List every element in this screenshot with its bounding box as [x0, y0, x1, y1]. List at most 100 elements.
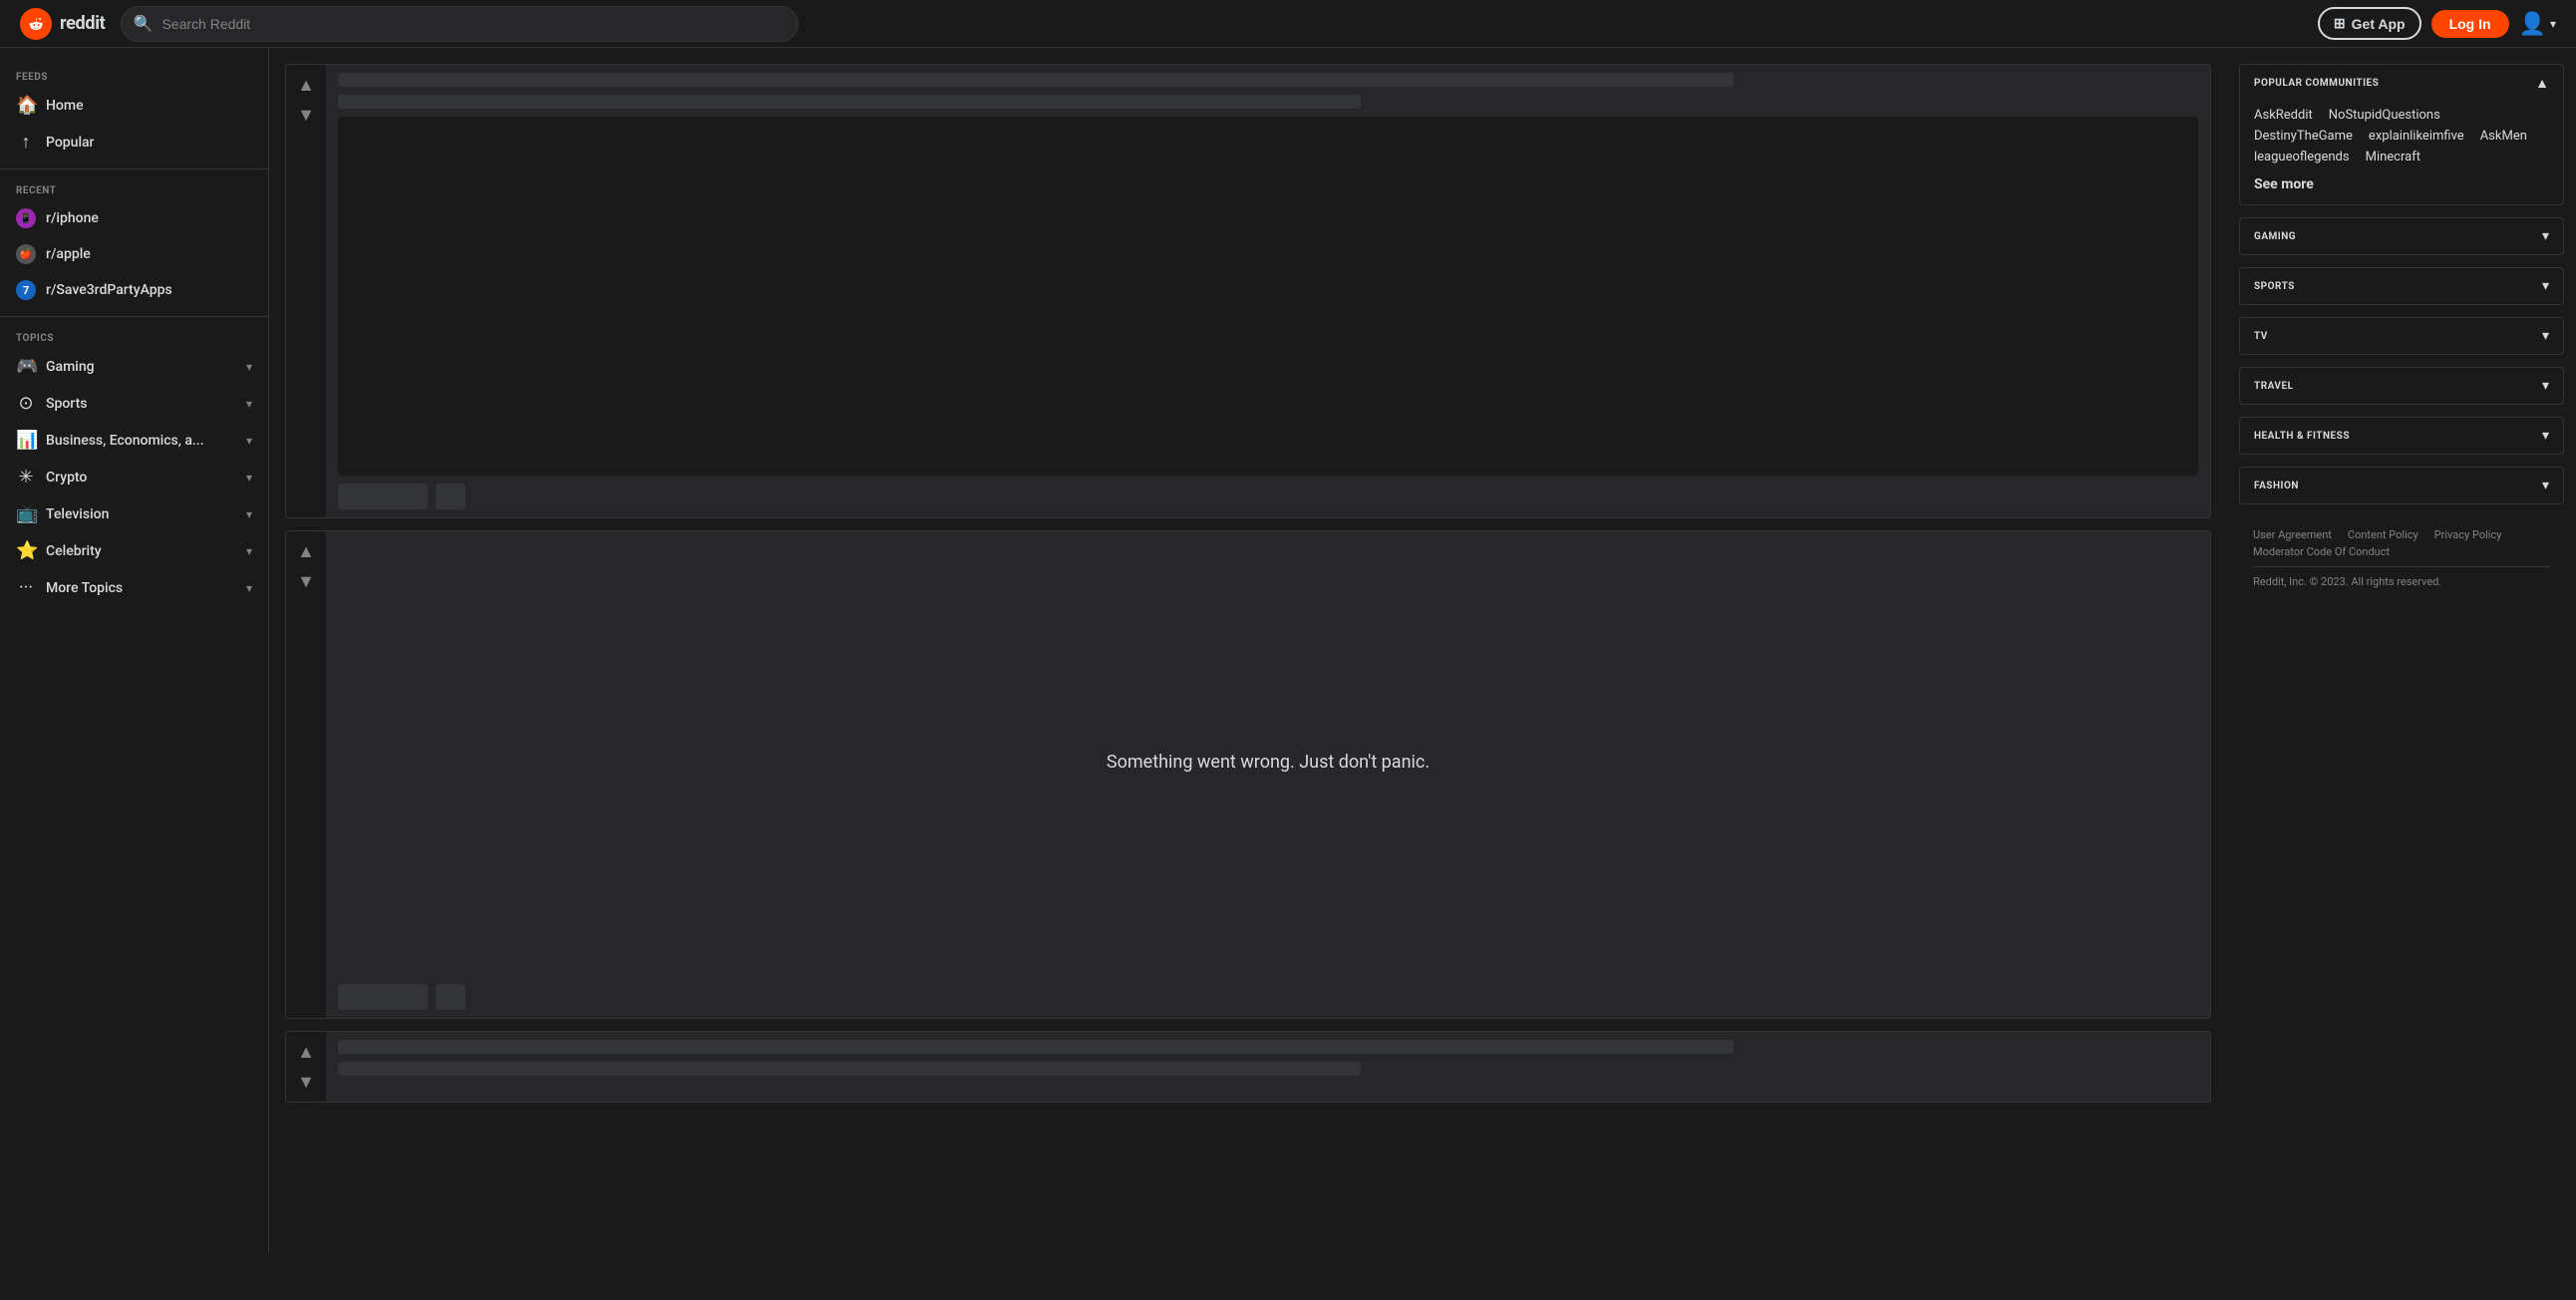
- downvote-button-1[interactable]: ▼: [294, 103, 318, 127]
- gaming-topic-panel: GAMING ▾: [2239, 217, 2564, 255]
- page-layout: FEEDS 🏠 Home ↑ Popular RECENT 📱 r/iphone…: [0, 48, 2576, 1252]
- sidebar-item-sports[interactable]: ⊙ Sports ▾: [0, 385, 268, 422]
- qr-icon: ⊞: [2334, 15, 2346, 32]
- sidebar-apple-label: r/apple: [46, 246, 252, 262]
- see-more-link[interactable]: See more: [2254, 176, 2549, 192]
- popular-communities-header[interactable]: POPULAR COMMUNITIES ▲: [2240, 65, 2563, 102]
- health-topic-header[interactable]: HEALTH & FITNESS ▾: [2240, 418, 2563, 454]
- downvote-button-error[interactable]: ▼: [294, 569, 318, 593]
- sidebar-item-gaming[interactable]: 🎮 Gaming ▾: [0, 348, 268, 385]
- vote-column-error: ▲ ▼: [286, 531, 326, 1018]
- sidebar-sports-label: Sports: [46, 396, 236, 412]
- footer-link-user-agreement[interactable]: User Agreement: [2253, 528, 2332, 541]
- footer-link-moderator-code[interactable]: Moderator Code Of Conduct: [2253, 545, 2390, 558]
- topics-label: TOPICS: [0, 325, 268, 348]
- popular-icon: ↑: [16, 132, 36, 153]
- sidebar-item-television[interactable]: 📺 Television ▾: [0, 495, 268, 532]
- sports-topic-title: SPORTS: [2254, 281, 2295, 292]
- sidebar-item-popular[interactable]: ↑ Popular: [0, 124, 268, 161]
- fashion-topic-header[interactable]: FASHION ▾: [2240, 468, 2563, 503]
- celebrity-chevron-icon: ▾: [246, 544, 252, 558]
- apple-community-icon: 🍎: [16, 244, 36, 264]
- user-menu-button[interactable]: 👤 ▾: [2519, 11, 2556, 37]
- save3rd-community-icon: 7: [16, 280, 36, 300]
- post-error-footer: [338, 984, 2198, 1010]
- community-link-nostupidquestions[interactable]: NoStupidQuestions: [2329, 108, 2440, 123]
- logo-text: reddit: [60, 13, 105, 34]
- community-link-leagueoflegends[interactable]: leagueoflegends: [2254, 150, 2350, 164]
- sidebar-divider-2: [0, 316, 268, 317]
- user-chevron-icon: ▾: [2550, 17, 2556, 31]
- login-button[interactable]: Log In: [2431, 10, 2509, 38]
- post-footer-1: [338, 484, 2198, 509]
- community-link-explainlikeimfive[interactable]: explainlikeimfive: [2369, 129, 2464, 144]
- post-content-area-1: [338, 117, 2198, 476]
- sidebar-crypto-label: Crypto: [46, 470, 236, 486]
- footer-link-content-policy[interactable]: Content Policy: [2348, 528, 2418, 541]
- sidebar-television-label: Television: [46, 506, 236, 522]
- sidebar-item-home[interactable]: 🏠 Home: [0, 87, 268, 124]
- more-topics-icon: ···: [16, 577, 36, 598]
- popular-communities-title: POPULAR COMMUNITIES: [2254, 78, 2379, 89]
- crypto-icon: ✳: [16, 467, 36, 488]
- sidebar-item-more-topics[interactable]: ··· More Topics ▾: [0, 569, 268, 606]
- post-body-2: [326, 1032, 2210, 1102]
- logo[interactable]: reddit: [20, 8, 105, 40]
- sidebar-item-save3rdparty[interactable]: 7 r/Save3rdPartyApps: [0, 272, 268, 308]
- user-icon: 👤: [2519, 11, 2546, 37]
- header-actions: ⊞ Get App Log In 👤 ▾: [2318, 7, 2556, 40]
- search-input[interactable]: [121, 6, 799, 42]
- iphone-community-icon: 📱: [16, 208, 36, 228]
- travel-topic-panel: TRAVEL ▾: [2239, 367, 2564, 405]
- tv-topic-header[interactable]: TV ▾: [2240, 318, 2563, 354]
- community-link-askmen[interactable]: AskMen: [2480, 129, 2527, 144]
- get-app-button[interactable]: ⊞ Get App: [2318, 7, 2421, 40]
- footer-links: User Agreement Content Policy Privacy Po…: [2253, 528, 2550, 558]
- tv-chevron-icon: ▾: [2542, 328, 2549, 344]
- crypto-chevron-icon: ▾: [246, 471, 252, 485]
- main-content: ▲ ▼ ▲ ▼ Something went wrong. Ju: [269, 48, 2227, 1252]
- sidebar-item-celebrity[interactable]: ⭐ Celebrity ▾: [0, 532, 268, 569]
- sidebar-item-apple[interactable]: 🍎 r/apple: [0, 236, 268, 272]
- business-icon: 📊: [16, 430, 36, 451]
- reddit-logo-icon: [20, 8, 52, 40]
- recent-label: RECENT: [0, 177, 268, 200]
- travel-topic-title: TRAVEL: [2254, 381, 2294, 392]
- business-chevron-icon: ▾: [246, 434, 252, 448]
- upvote-button-2[interactable]: ▲: [294, 1040, 318, 1064]
- sidebar-item-business[interactable]: 📊 Business, Economics, a... ▾: [0, 422, 268, 459]
- footer-link-privacy-policy[interactable]: Privacy Policy: [2434, 528, 2502, 541]
- community-link-minecraft[interactable]: Minecraft: [2366, 150, 2420, 164]
- health-topic-panel: HEALTH & FITNESS ▾: [2239, 417, 2564, 455]
- upvote-button-error[interactable]: ▲: [294, 539, 318, 563]
- sidebar-more-topics-label: More Topics: [46, 580, 236, 596]
- gaming-topic-header[interactable]: GAMING ▾: [2240, 218, 2563, 254]
- footer-divider: [2253, 566, 2550, 567]
- post-title-skeleton-2: [338, 1040, 1734, 1054]
- sidebar-divider-1: [0, 168, 268, 169]
- health-topic-title: HEALTH & FITNESS: [2254, 431, 2350, 442]
- sidebar-save3rd-label: r/Save3rdPartyApps: [46, 282, 252, 298]
- post-card-1: ▲ ▼: [285, 64, 2211, 518]
- gaming-icon: 🎮: [16, 356, 36, 377]
- right-footer: User Agreement Content Policy Privacy Po…: [2239, 516, 2564, 600]
- upvote-button-1[interactable]: ▲: [294, 73, 318, 97]
- gaming-topic-title: GAMING: [2254, 231, 2296, 242]
- sports-chevron-icon: ▾: [246, 397, 252, 411]
- tv-topic-panel: TV ▾: [2239, 317, 2564, 355]
- community-link-destinythegame[interactable]: DestinyTheGame: [2254, 129, 2353, 144]
- footer-copyright: Reddit, Inc. © 2023. All rights reserved…: [2253, 575, 2550, 588]
- post-footer-pill-1a: [338, 484, 428, 509]
- downvote-button-2[interactable]: ▼: [294, 1070, 318, 1094]
- sidebar-item-crypto[interactable]: ✳ Crypto ▾: [0, 459, 268, 495]
- post-body-error: Something went wrong. Just don't panic.: [326, 531, 2210, 1018]
- community-link-askreddit[interactable]: AskReddit: [2254, 108, 2313, 123]
- television-chevron-icon: ▾: [246, 507, 252, 521]
- popular-communities-panel: POPULAR COMMUNITIES ▲ AskReddit NoStupid…: [2239, 64, 2564, 205]
- sidebar-item-iphone[interactable]: 📱 r/iphone: [0, 200, 268, 236]
- sidebar-popular-label: Popular: [46, 135, 252, 151]
- tv-topic-title: TV: [2254, 331, 2268, 342]
- sports-topic-header[interactable]: SPORTS ▾: [2240, 268, 2563, 304]
- travel-topic-header[interactable]: TRAVEL ▾: [2240, 368, 2563, 404]
- vote-column-2: ▲ ▼: [286, 1032, 326, 1102]
